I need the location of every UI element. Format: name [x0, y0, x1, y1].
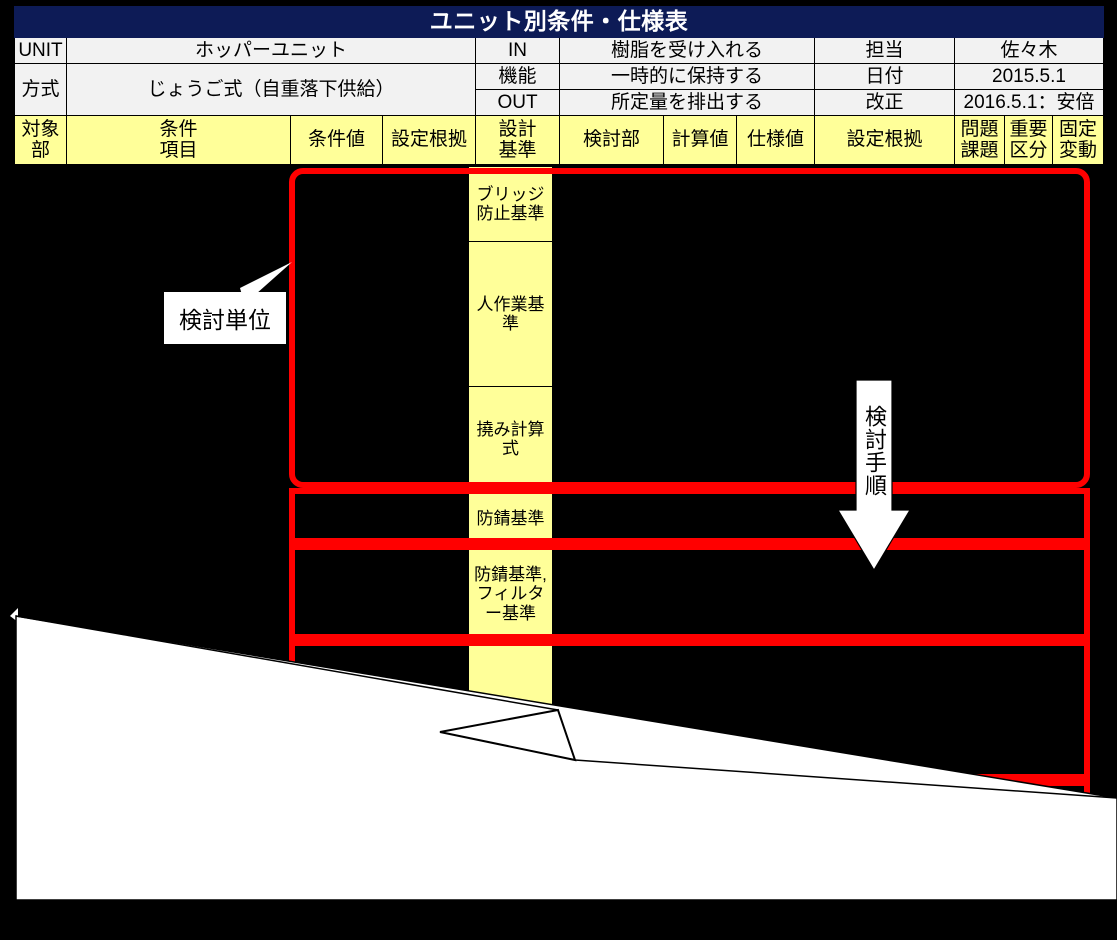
study-unit-callout-label: 検討単位	[179, 301, 271, 335]
spec-header-table: ユニット別条件・仕様表 UNIT ホッパーユニット IN 樹脂を受け入れる 担当…	[14, 6, 1104, 165]
design-criteria-cell: 撓み計算式	[469, 387, 552, 492]
meta-label-date: 日付	[815, 64, 955, 90]
design-criteria-cell: 人作業基準	[469, 242, 552, 387]
meta-value-revision: 2016.5.1：安倍	[955, 90, 1104, 116]
method-value: じょうご式（自重落下供給）	[67, 64, 476, 116]
study-procedure-label: 検討手順	[855, 405, 885, 497]
unit-value: ホッパーユニット	[67, 38, 476, 64]
col-header-spec-value: 仕様値	[737, 116, 815, 165]
col-header-design-criteria: 設計基準	[476, 116, 560, 165]
design-criteria-cell: ブリッジ防止基準	[469, 167, 552, 242]
col-header-target-part: 対象部	[15, 116, 67, 165]
detail-callout-shape	[0, 570, 1117, 940]
meta-value-owner: 佐々木	[955, 38, 1104, 64]
column-header-row: 対象部 条件項目 条件値 設定根拠 設計基準 検討部 計算値 仕様値 設定根拠 …	[15, 116, 1104, 165]
meta-label-revision: 改正	[815, 90, 955, 116]
io-desc-out: 所定量を排出する	[560, 90, 815, 116]
col-header-condition-value: 条件値	[291, 116, 383, 165]
unit-row: UNIT ホッパーユニット IN 樹脂を受け入れる 担当 佐々木	[15, 38, 1104, 64]
col-header-condition-item: 条件項目	[67, 116, 291, 165]
title-row: ユニット別条件・仕様表	[15, 7, 1104, 38]
screenshot-root: ユニット別条件・仕様表 UNIT ホッパーユニット IN 樹脂を受け入れる 担当…	[0, 0, 1117, 940]
page-title: ユニット別条件・仕様表	[15, 7, 1104, 38]
col-header-setting-basis-2: 設定根拠	[815, 116, 955, 165]
io-desc-in: 樹脂を受け入れる	[560, 38, 815, 64]
io-desc-function: 一時的に保持する	[560, 64, 815, 90]
study-unit-callout: 検討単位	[164, 292, 286, 344]
col-header-setting-basis-1: 設定根拠	[383, 116, 476, 165]
io-key-in: IN	[476, 38, 560, 64]
col-header-fixed-variable: 固定変動	[1053, 116, 1104, 165]
io-key-function: 機能	[476, 64, 560, 90]
method-label: 方式	[15, 64, 67, 116]
meta-value-date: 2015.5.1	[955, 64, 1104, 90]
io-key-out: OUT	[476, 90, 560, 116]
col-header-issue-task: 問題課題	[955, 116, 1005, 165]
design-criteria-cell: 防錆基準	[469, 492, 552, 547]
method-row: 方式 じょうご式（自重落下供給） 機能 一時的に保持する 日付 2015.5.1	[15, 64, 1104, 90]
meta-label-owner: 担当	[815, 38, 955, 64]
col-header-calc-value: 計算値	[664, 116, 737, 165]
unit-label: UNIT	[15, 38, 67, 64]
col-header-importance: 重要区分	[1005, 116, 1053, 165]
col-header-study-part: 検討部	[560, 116, 664, 165]
